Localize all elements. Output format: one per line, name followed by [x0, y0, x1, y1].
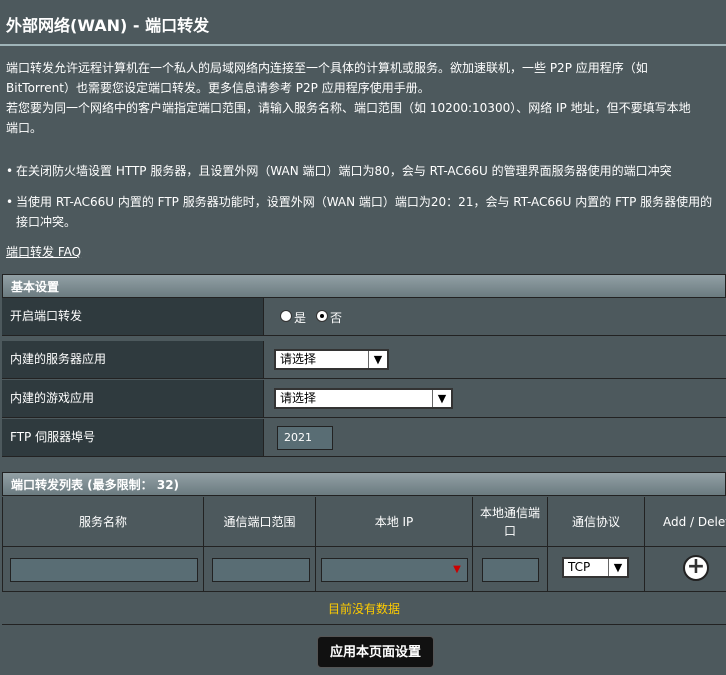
- port-list-header: 端口转发列表 (最多限制： 32): [2, 472, 726, 496]
- description-line-2: BitTorrent）也需要您设定端口转发。更多信息请参考 P2P 应用程序使用…: [6, 81, 430, 95]
- radio-no-label: 否: [330, 311, 343, 325]
- description-line-1: 端口转发允许远程计算机在一个私人的局域网络内连接至一个具体的计算机或服务。欲加速…: [6, 61, 648, 75]
- chevron-down-icon: ▼: [368, 351, 387, 368]
- server-app-select[interactable]: 请选择 ▼: [274, 349, 389, 370]
- radio-yes[interactable]: [280, 310, 292, 322]
- description-line-3: 若您要为同一个网络中的客户端指定端口范围，请输入服务名称、端口范围（如 1020…: [6, 101, 691, 115]
- row-server-app: 内建的服务器应用 请选择 ▼: [2, 341, 726, 379]
- col-protocol: 通信协议: [548, 497, 645, 547]
- col-add-delete: Add / Delete: [645, 497, 726, 547]
- faq-link[interactable]: 端口转发 FAQ: [6, 243, 81, 260]
- server-app-label: 内建的服务器应用: [2, 341, 264, 378]
- enable-label: 开启端口转发: [2, 298, 264, 335]
- radio-no[interactable]: [316, 310, 328, 322]
- chevron-down-icon: ▼: [432, 390, 451, 407]
- note-http: • 在关闭防火墙设置 HTTP 服务器，且设置外网（WAN 端口）端口为80，会…: [6, 161, 724, 181]
- radio-yes-label: 是: [294, 311, 307, 325]
- service-name-input[interactable]: [10, 558, 198, 582]
- row-enable-port-forwarding: 开启端口转发 是 否: [2, 298, 726, 336]
- ftp-port-input[interactable]: 2021: [277, 426, 333, 450]
- ftp-port-label: FTP 伺服器埠号: [2, 419, 264, 456]
- game-app-label: 内建的游戏应用: [2, 380, 264, 417]
- row-ftp-port: FTP 伺服器埠号 2021: [2, 419, 726, 457]
- title-divider: [0, 44, 726, 46]
- col-local-ip: 本地 IP: [316, 497, 473, 547]
- col-service-name: 服务名称: [2, 497, 204, 547]
- local-port-input[interactable]: [482, 558, 539, 582]
- bullet-icon: •: [6, 195, 14, 209]
- port-range-input[interactable]: [212, 558, 310, 582]
- chevron-down-icon: ▼: [608, 559, 627, 576]
- col-local-port: 本地通信端口: [473, 497, 548, 547]
- basic-settings-header: 基本设置: [2, 274, 726, 298]
- empty-list-message: 目前没有数据: [2, 591, 726, 625]
- protocol-select[interactable]: TCP ▼: [562, 557, 629, 578]
- dropdown-arrow-icon[interactable]: ▼: [447, 559, 467, 581]
- row-game-app: 内建的游戏应用 请选择 ▼: [2, 380, 726, 418]
- apply-button[interactable]: 应用本页面设置: [317, 636, 434, 668]
- page-title: 外部网络(WAN) - 端口转发: [6, 16, 210, 35]
- game-app-select[interactable]: 请选择 ▼: [274, 388, 453, 409]
- bullet-icon: •: [6, 164, 14, 178]
- col-port-range: 通信端口范围: [204, 497, 316, 547]
- plus-circle-icon[interactable]: +: [683, 555, 709, 581]
- description-line-4: 端口。: [6, 121, 43, 135]
- note-ftp: • 当使用 RT-AC66U 内置的 FTP 服务器功能时，设置外网（WAN 端…: [6, 192, 724, 232]
- local-ip-input[interactable]: ▼: [321, 558, 468, 582]
